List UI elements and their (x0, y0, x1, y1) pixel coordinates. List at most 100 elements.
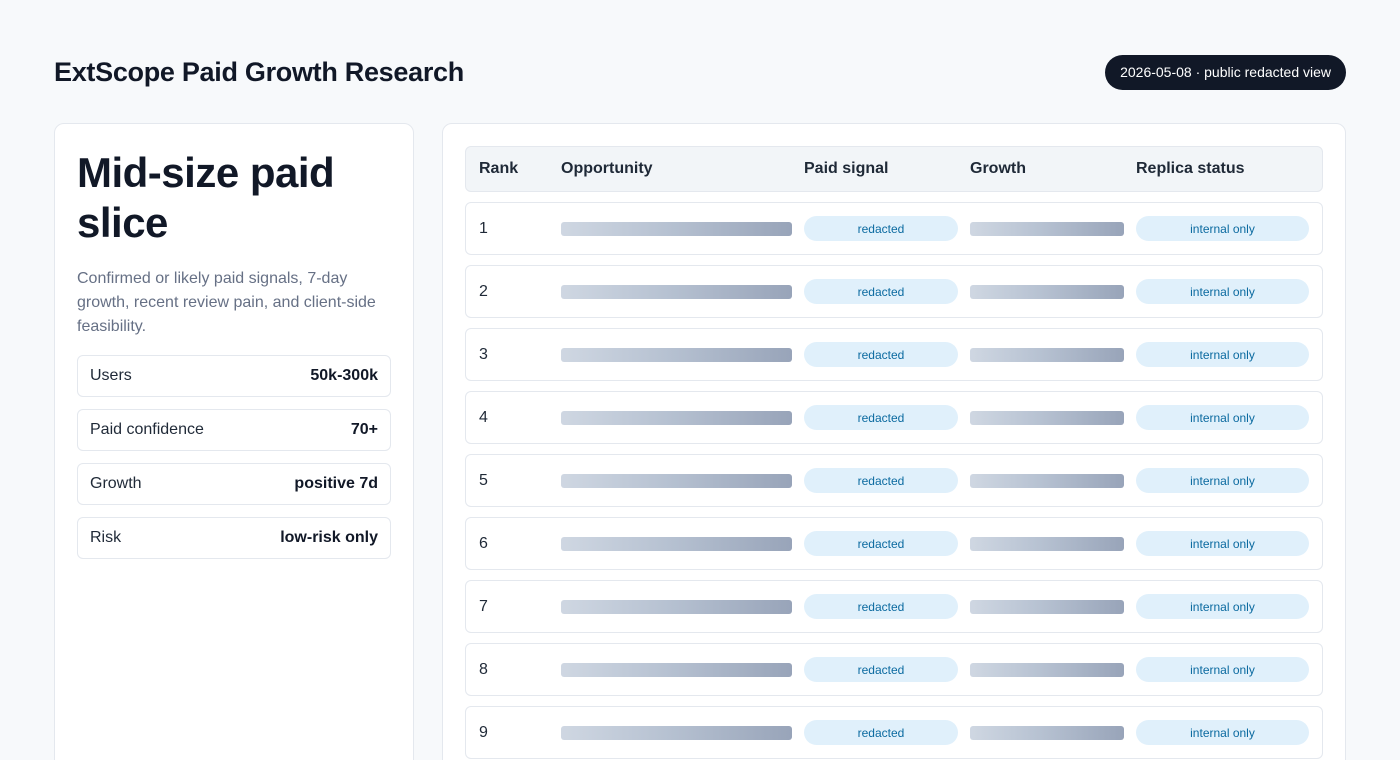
table-row[interactable]: 4 redacted internal only (465, 391, 1323, 444)
growth-redaction-bar (970, 536, 1124, 551)
rank-cell: 8 (479, 660, 488, 678)
opportunity-redaction-bar (561, 347, 792, 362)
column-header-opportunity[interactable]: Opportunity (561, 160, 804, 178)
replica-status-pill: internal only (1136, 342, 1309, 367)
paid-signal-cell: redacted (804, 216, 970, 241)
paid-signal-cell: redacted (804, 657, 970, 682)
column-header-rank[interactable]: Rank (479, 160, 561, 178)
paid-signal-cell: redacted (804, 531, 970, 556)
growth-cell (970, 536, 1136, 551)
replica-status-pill: internal only (1136, 468, 1309, 493)
slice-title: Mid-size paid slice (77, 149, 335, 246)
growth-cell (970, 410, 1136, 425)
rank-cell: 2 (479, 282, 488, 300)
opportunity-redaction-bar (561, 284, 792, 299)
rank-cell: 6 (479, 534, 488, 552)
growth-redaction-bar (970, 725, 1124, 740)
growth-cell (970, 599, 1136, 614)
slice-description: Confirmed or likely paid signals, 7-day … (77, 270, 376, 335)
rank-cell: 5 (479, 471, 488, 489)
paid-signal-pill: redacted (804, 468, 958, 493)
replica-status-cell: internal only (1136, 531, 1309, 556)
metric-growth: Growth positive 7d (77, 463, 391, 505)
paid-signal-cell: redacted (804, 468, 970, 493)
slice-summary-panel: Mid-size paid slice Confirmed or likely … (54, 123, 414, 760)
table-row[interactable]: 6 redacted internal only (465, 517, 1323, 570)
opportunity-cell (561, 536, 804, 551)
replica-status-cell: internal only (1136, 216, 1309, 241)
replica-status-cell: internal only (1136, 720, 1309, 745)
growth-redaction-bar (970, 221, 1124, 236)
paid-signal-pill: redacted (804, 216, 958, 241)
opportunity-redaction-bar (561, 410, 792, 425)
opportunity-cell (561, 725, 804, 740)
replica-status-pill: internal only (1136, 279, 1309, 304)
paid-signal-cell: redacted (804, 720, 970, 745)
rank-cell: 9 (479, 723, 488, 741)
metric-label: Paid confidence (90, 421, 204, 438)
metric-list: Users 50k-300k Paid confidence 70+ Growt… (77, 355, 391, 559)
metric-value: 70+ (350, 421, 378, 438)
metric-value: 50k-300k (310, 367, 378, 384)
growth-redaction-bar (970, 599, 1124, 614)
metric-risk: Risk low-risk only (77, 517, 391, 559)
paid-signal-cell: redacted (804, 594, 970, 619)
opportunity-cell (561, 662, 804, 677)
growth-cell (970, 284, 1136, 299)
replica-status-pill: internal only (1136, 216, 1309, 241)
replica-status-pill: internal only (1136, 405, 1309, 430)
replica-status-pill: internal only (1136, 657, 1309, 682)
rank-cell: 4 (479, 408, 488, 426)
growth-redaction-bar (970, 473, 1124, 488)
column-header-replica-status[interactable]: Replica status (1136, 160, 1309, 178)
header: ExtScope Paid Growth Research 2026-05-08… (54, 54, 1346, 90)
table-row[interactable]: 1 redacted internal only (465, 202, 1323, 255)
paid-signal-pill: redacted (804, 531, 958, 556)
rank-cell: 1 (479, 219, 488, 237)
table-row[interactable]: 9 redacted internal only (465, 706, 1323, 759)
date-badge: 2026-05-08 · public redacted view (1105, 54, 1346, 90)
replica-status-pill: internal only (1136, 531, 1309, 556)
growth-cell (970, 347, 1136, 362)
growth-cell (970, 725, 1136, 740)
replica-status-pill: internal only (1136, 720, 1309, 745)
paid-signal-cell: redacted (804, 342, 970, 367)
table-row[interactable]: 8 redacted internal only (465, 643, 1323, 696)
replica-status-cell: internal only (1136, 279, 1309, 304)
page: ExtScope Paid Growth Research 2026-05-08… (0, 0, 1400, 760)
table-row[interactable]: 5 redacted internal only (465, 454, 1323, 507)
growth-redaction-bar (970, 284, 1124, 299)
page-title: ExtScope Paid Growth Research (54, 56, 464, 87)
paid-signal-pill: redacted (804, 405, 958, 430)
paid-signal-cell: redacted (804, 405, 970, 430)
opportunity-redaction-bar (561, 662, 792, 677)
metric-value: low-risk only (280, 529, 378, 546)
metric-users: Users 50k-300k (77, 355, 391, 397)
opportunity-redaction-bar (561, 221, 792, 236)
growth-cell (970, 473, 1136, 488)
replica-status-cell: internal only (1136, 657, 1309, 682)
column-header-growth[interactable]: Growth (970, 160, 1136, 178)
metric-label: Users (90, 367, 132, 384)
table-row[interactable]: 2 redacted internal only (465, 265, 1323, 318)
opportunity-redaction-bar (561, 536, 792, 551)
opportunity-cell (561, 599, 804, 614)
growth-redaction-bar (970, 662, 1124, 677)
opportunity-redaction-bar (561, 473, 792, 488)
opportunity-redaction-bar (561, 725, 792, 740)
table-row[interactable]: 7 redacted internal only (465, 580, 1323, 633)
table-header: Rank Opportunity Paid signal Growth Repl… (465, 146, 1323, 192)
table-row[interactable]: 3 redacted internal only (465, 328, 1323, 381)
replica-status-pill: internal only (1136, 594, 1309, 619)
opportunity-cell (561, 221, 804, 236)
opportunity-cell (561, 347, 804, 362)
replica-status-cell: internal only (1136, 468, 1309, 493)
column-header-paid-signal[interactable]: Paid signal (804, 160, 970, 178)
metric-paid-confidence: Paid confidence 70+ (77, 409, 391, 451)
rank-cell: 7 (479, 597, 488, 615)
growth-redaction-bar (970, 410, 1124, 425)
growth-cell (970, 221, 1136, 236)
paid-signal-pill: redacted (804, 279, 958, 304)
paid-signal-pill: redacted (804, 657, 958, 682)
rank-cell: 3 (479, 345, 488, 363)
